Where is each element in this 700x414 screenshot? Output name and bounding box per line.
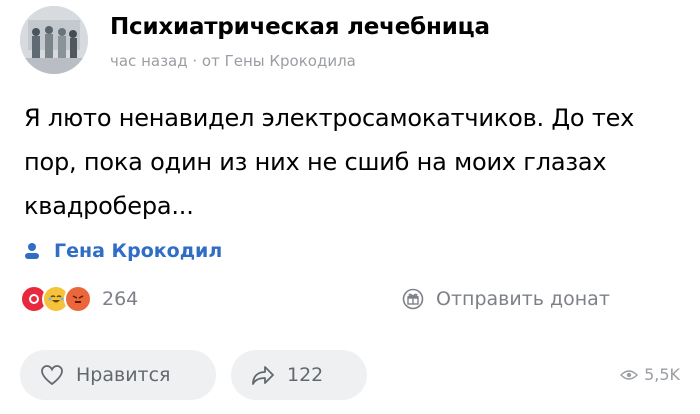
eye-icon	[620, 369, 639, 380]
post-text: Я люто ненавидел электросамокатчиков. До…	[24, 104, 635, 220]
like-button[interactable]: Нравится	[20, 350, 216, 400]
angry-reaction-icon	[64, 285, 92, 313]
views-count: 5,5K	[644, 365, 680, 384]
person-icon	[25, 243, 39, 259]
share-arrow-icon	[252, 366, 274, 385]
like-label: Нравится	[76, 364, 171, 386]
share-count: 122	[287, 364, 324, 386]
community-avatar[interactable]	[20, 6, 88, 74]
views: 5,5K	[620, 365, 680, 384]
reactions[interactable]: 264	[20, 285, 138, 313]
share-button[interactable]: 122	[231, 350, 367, 400]
reactions-count: 264	[102, 288, 139, 310]
gift-icon	[402, 288, 424, 310]
author-name: Гена Крокодил	[54, 240, 223, 262]
donate-label: Отправить донат	[436, 288, 610, 310]
author-link[interactable]: Гена Крокодил	[24, 240, 222, 262]
post-meta: час назад · от Гены Крокодила	[110, 52, 356, 70]
donate-button[interactable]: Отправить донат	[402, 288, 610, 310]
heart-icon	[41, 365, 63, 386]
community-title[interactable]: Психиатрическая лечебница	[110, 14, 490, 40]
